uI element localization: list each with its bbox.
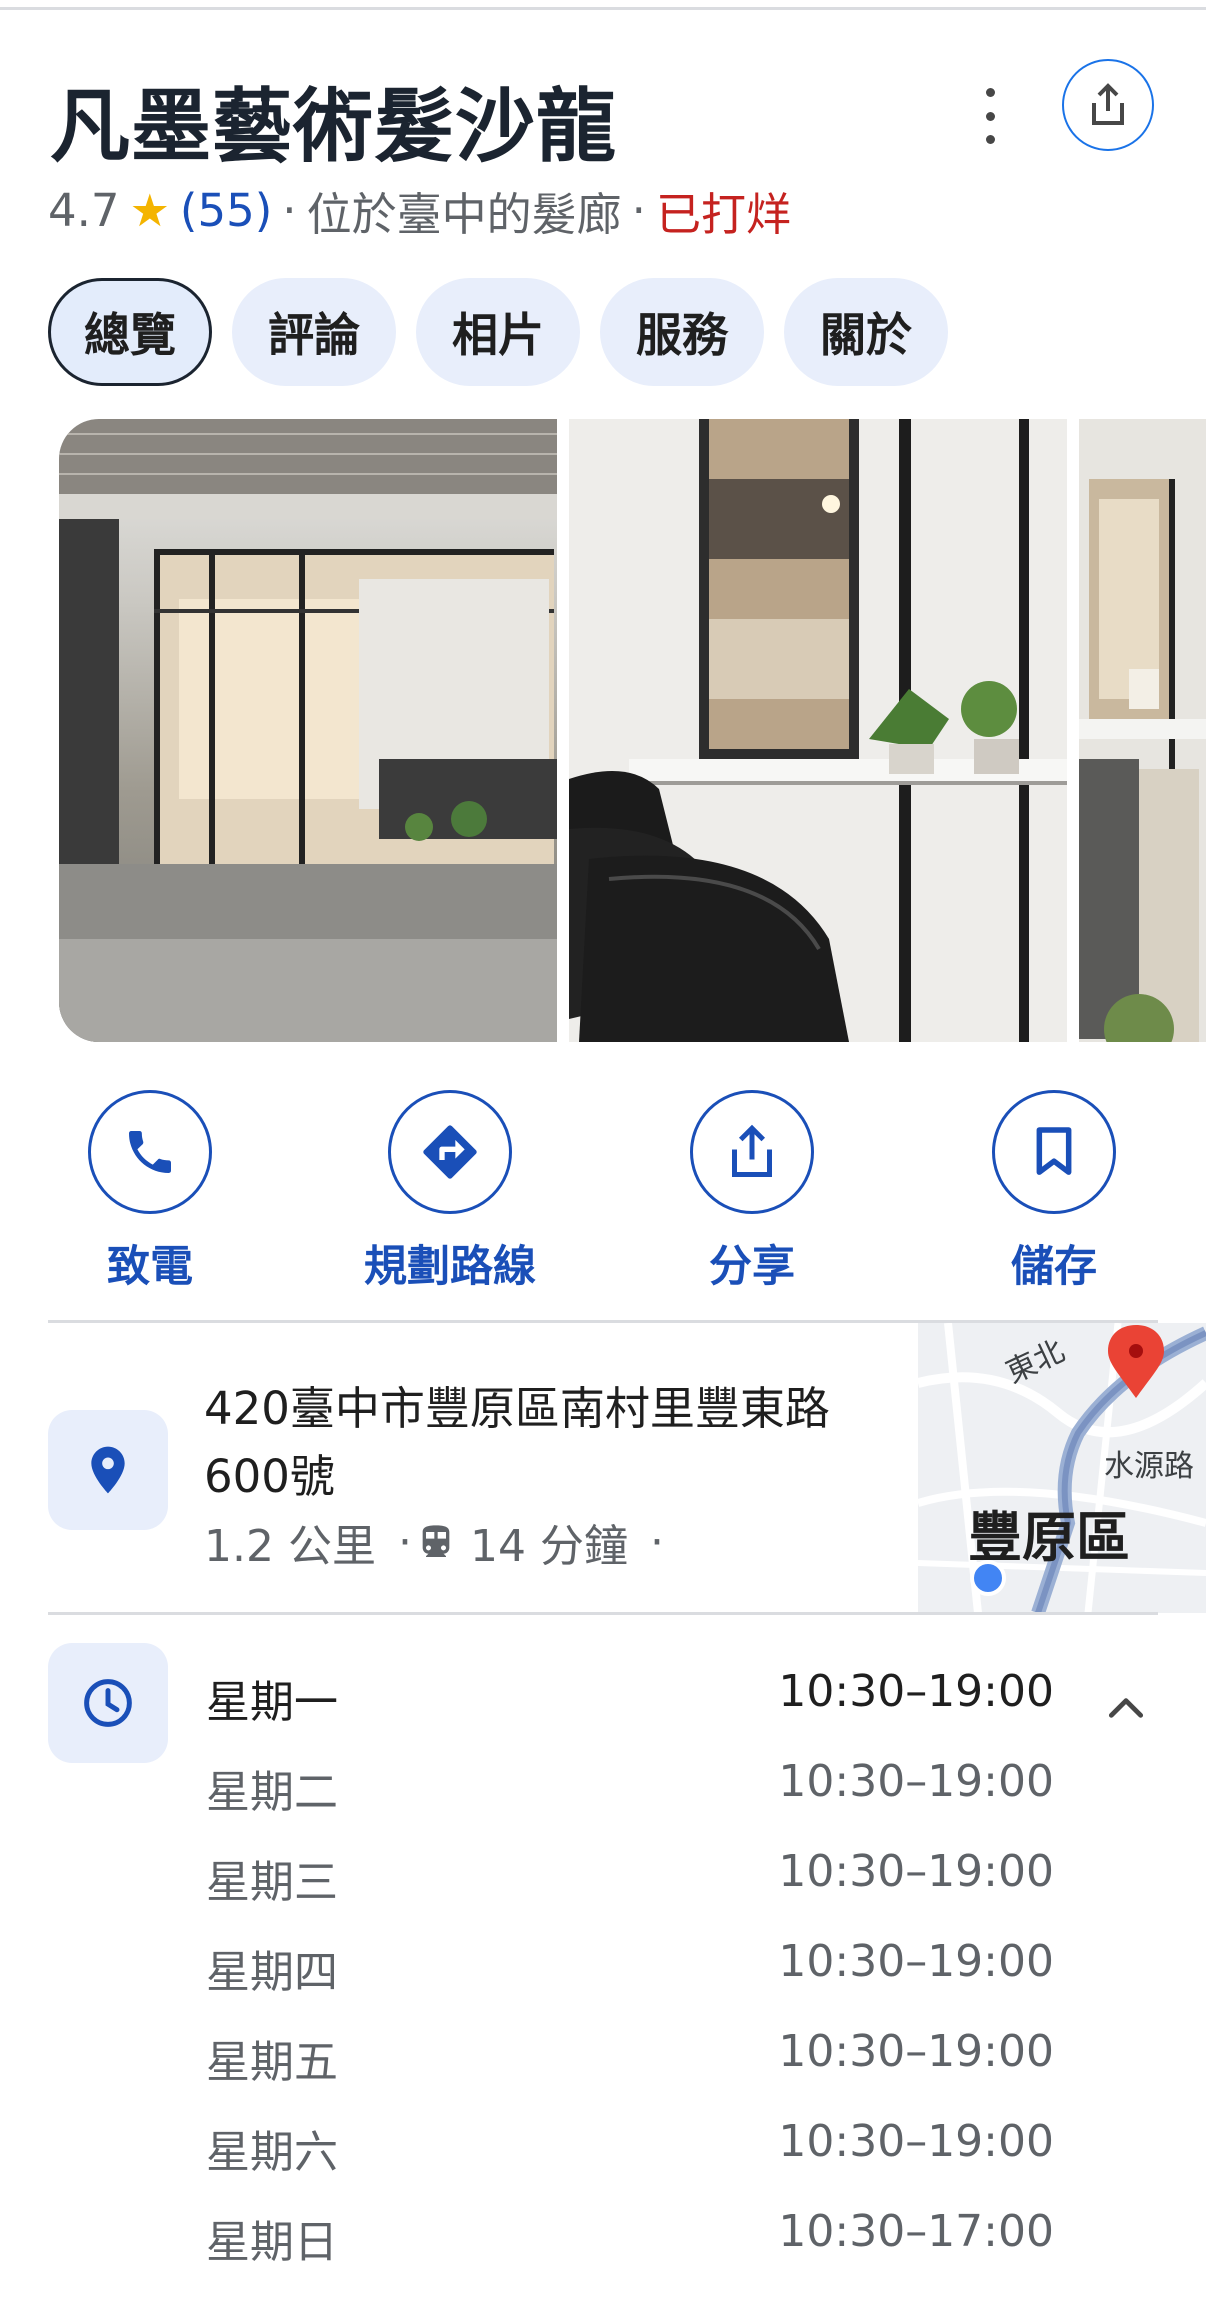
tab-photos[interactable]: 相片 xyxy=(416,278,580,386)
directions-icon xyxy=(423,1125,477,1179)
hours-time: 10:30–17:00 xyxy=(778,2206,1054,2257)
transit-icon xyxy=(422,1525,450,1557)
share-button-top[interactable] xyxy=(1062,59,1154,151)
map-thumbnail[interactable]: 東北 水源路 豐原區 xyxy=(918,1323,1206,1613)
separator: · xyxy=(282,184,297,237)
category-text: 位於臺中的髮廊 xyxy=(306,188,622,241)
map-road-label: 水源路 xyxy=(1104,1449,1194,1484)
address-icon-box xyxy=(48,1410,168,1530)
bookmark-icon xyxy=(1036,1127,1072,1175)
tab-bar: 總覽 評論 相片 服務 關於 xyxy=(48,278,948,386)
transit-time: 14 分鐘 xyxy=(469,1521,628,1572)
address-line-1[interactable]: 420臺中市豐原區南村里豐東路 xyxy=(204,1372,830,1437)
save-button[interactable] xyxy=(992,1090,1116,1214)
separator: · xyxy=(649,1516,664,1568)
save-label: 儲存 xyxy=(1011,1242,1097,1292)
hours-time: 10:30–19:00 xyxy=(778,1666,1054,1717)
hours-time: 10:30–19:00 xyxy=(778,2116,1054,2167)
action-row: 致電 規劃路線 分享 儲存 xyxy=(0,1090,1206,1292)
share-label: 分享 xyxy=(709,1242,795,1292)
review-count-link[interactable]: (55) xyxy=(180,184,272,237)
chevron-up-icon[interactable] xyxy=(1104,1686,1148,1730)
photo-carousel[interactable] xyxy=(59,419,1206,1042)
hours-time: 10:30–19:00 xyxy=(778,1756,1054,1807)
tab-services[interactable]: 服務 xyxy=(600,278,764,386)
share-icon xyxy=(1092,83,1124,125)
rating-value: 4.7 xyxy=(48,184,120,237)
place-title: 凡墨藝術髮沙龍 xyxy=(50,80,617,173)
separator: · xyxy=(631,184,646,237)
hours-day: 星期四 xyxy=(206,1947,338,1998)
hours-day: 星期日 xyxy=(206,2217,338,2268)
call-button[interactable] xyxy=(88,1090,212,1214)
share-button[interactable] xyxy=(690,1090,814,1214)
top-divider xyxy=(0,7,1206,10)
phone-icon xyxy=(129,1131,171,1173)
more-options-icon[interactable] xyxy=(975,88,1005,144)
open-status: 已打烊 xyxy=(655,188,791,241)
tab-overview[interactable]: 總覽 xyxy=(48,278,212,386)
hours-day: 星期五 xyxy=(206,2037,338,2088)
directions-label: 規劃路線 xyxy=(364,1242,536,1292)
separator: · xyxy=(397,1516,412,1568)
hours-icon-box xyxy=(48,1643,168,1763)
directions-action[interactable]: 規劃路線 xyxy=(300,1090,600,1294)
location-pin-icon xyxy=(91,1446,125,1494)
hours-time: 10:30–19:00 xyxy=(778,2026,1054,2077)
call-action[interactable]: 致電 xyxy=(0,1090,300,1294)
directions-button[interactable] xyxy=(388,1090,512,1214)
salon-station-photo[interactable] xyxy=(1079,419,1206,1042)
place-subline: 4.7 ★ (55) · 位於臺中的髮廊 · 已打烊 xyxy=(48,178,791,243)
hours-day: 星期二 xyxy=(206,1767,338,1818)
hours-day: 星期六 xyxy=(206,2127,338,2178)
map-district-label: 豐原區 xyxy=(968,1506,1130,1569)
save-action[interactable]: 儲存 xyxy=(904,1090,1204,1294)
share-action[interactable]: 分享 xyxy=(602,1090,902,1294)
distance-row: 1.2 公里 · 14 分鐘 · xyxy=(204,1510,664,1574)
clock-icon xyxy=(84,1679,132,1727)
hours-day: 星期三 xyxy=(206,1857,338,1908)
salon-interior-photo[interactable] xyxy=(569,419,1067,1042)
share-icon xyxy=(732,1124,772,1177)
section-divider xyxy=(48,1612,1158,1615)
hours-time: 10:30–19:00 xyxy=(778,1846,1054,1897)
tab-about[interactable]: 關於 xyxy=(784,278,948,386)
hours-day: 星期一 xyxy=(206,1677,338,1728)
hours-time: 10:30–19:00 xyxy=(778,1936,1054,1987)
address-line-2[interactable]: 600號 xyxy=(204,1440,335,1505)
salon-entrance-photo[interactable] xyxy=(59,419,557,1042)
star-icon: ★ xyxy=(129,184,170,237)
distance-text: 1.2 公里 xyxy=(204,1521,376,1572)
tab-reviews[interactable]: 評論 xyxy=(232,278,396,386)
call-label: 致電 xyxy=(107,1242,193,1292)
